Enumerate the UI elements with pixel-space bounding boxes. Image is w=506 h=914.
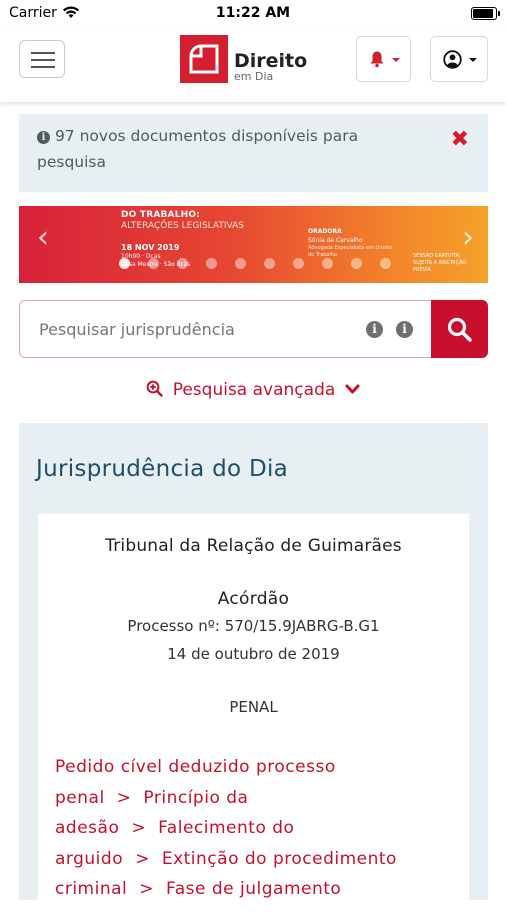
carousel-dot[interactable] bbox=[380, 258, 391, 269]
keyword-separator: > bbox=[116, 787, 132, 808]
chevron-down-icon bbox=[469, 58, 477, 62]
advanced-search-label: Pesquisa avançada bbox=[172, 380, 336, 400]
keyword-separator: > bbox=[139, 879, 155, 899]
chevron-down-icon bbox=[392, 58, 400, 62]
notifications-button[interactable] bbox=[356, 36, 411, 82]
search-icon bbox=[447, 317, 472, 346]
document-type: Acórdão bbox=[217, 589, 290, 609]
jurisprudence-card[interactable]: Tribunal da Relação de Guimarães Acórdão… bbox=[38, 514, 469, 914]
banner-title: DO TRABALHO: bbox=[121, 210, 201, 220]
carousel-dot[interactable] bbox=[264, 258, 275, 269]
top-navbar: Direito em Dia bbox=[0, 26, 506, 102]
carousel-dot[interactable] bbox=[293, 258, 304, 269]
alert-message: i 97 novos documentos disponíveis para p… bbox=[37, 123, 397, 175]
jurisprudence-of-the-day-section: Jurisprudência do Dia Tribunal da Relaçã… bbox=[19, 423, 488, 914]
banner-speaker-role: Advogada Especialista em Direito do Trab… bbox=[308, 245, 393, 258]
logo-mark-icon bbox=[180, 35, 228, 83]
carousel-dot[interactable] bbox=[322, 258, 333, 269]
close-x-icon[interactable]: ✖ bbox=[451, 127, 469, 152]
carousel-prev-icon[interactable]: ‹ bbox=[37, 220, 49, 255]
logo-title: Direito bbox=[234, 50, 308, 72]
banner-speaker-name: Sónia de Carvalho bbox=[308, 237, 363, 244]
keyword-separator: > bbox=[131, 818, 147, 838]
carousel-dot[interactable] bbox=[206, 258, 217, 269]
new-documents-alert: i 97 novos documentos disponíveis para p… bbox=[19, 114, 488, 192]
battery-icon bbox=[471, 7, 500, 20]
banner-speaker-label: ORADORA bbox=[308, 228, 342, 235]
court-name: Tribunal da Relação de Guimarães bbox=[105, 536, 402, 556]
keyword-link[interactable]: Fase de julgamento bbox=[166, 879, 341, 899]
keyword-separator: > bbox=[135, 848, 150, 869]
process-number: Processo nº: 570/15.9JABRG-B.G1 bbox=[127, 617, 380, 635]
keywords-list: Pedido cível deduzido processo penal > Pri… bbox=[55, 752, 455, 905]
chevron-down-icon bbox=[345, 380, 360, 400]
menu-toggle-button[interactable] bbox=[19, 40, 65, 78]
alert-text: 97 novos documentos disponíveis para pes… bbox=[37, 127, 359, 171]
zoom-in-icon bbox=[146, 380, 163, 402]
hamburger-line bbox=[31, 66, 55, 68]
banner-note: SESSÃO GRATUITA, SUJEITA A INSCRIÇÃO PRÉ… bbox=[413, 253, 467, 273]
advanced-search-link[interactable]: Pesquisa avançada bbox=[0, 380, 506, 402]
logo-subtitle: em Dia bbox=[234, 70, 274, 83]
hamburger-line bbox=[31, 52, 55, 54]
carousel-dot[interactable] bbox=[148, 258, 159, 269]
user-menu-button[interactable] bbox=[430, 36, 488, 82]
info-icon[interactable]: i bbox=[366, 321, 383, 338]
carousel-dot[interactable] bbox=[177, 258, 188, 269]
carousel-next-icon[interactable]: › bbox=[462, 220, 474, 255]
decision-date: 14 de outubro de 2019 bbox=[167, 645, 340, 663]
info-icon[interactable]: i bbox=[396, 321, 413, 338]
promo-carousel[interactable]: DO TRABALHO: ALTERAÇÕES LEGISLATIVAS 18 … bbox=[19, 206, 488, 283]
search-button[interactable] bbox=[431, 300, 488, 358]
bell-icon bbox=[368, 50, 386, 72]
status-bar: Carrier 11:22 AM bbox=[0, 0, 506, 26]
info-circle-icon: i bbox=[37, 131, 50, 144]
banner-subtitle: ALTERAÇÕES LEGISLATIVAS bbox=[121, 221, 244, 231]
carousel-dot[interactable] bbox=[351, 258, 362, 269]
user-circle-icon bbox=[443, 50, 462, 73]
clock: 11:22 AM bbox=[215, 5, 291, 21]
section-title: Jurisprudência do Dia bbox=[36, 456, 289, 482]
search-bar: i i bbox=[19, 300, 488, 358]
legal-area: PENAL bbox=[229, 698, 278, 716]
carousel-dot[interactable] bbox=[119, 258, 130, 269]
hamburger-line bbox=[31, 59, 55, 61]
banner-date: 18 NOV 2019 bbox=[121, 243, 180, 252]
carousel-dot[interactable] bbox=[235, 258, 246, 269]
